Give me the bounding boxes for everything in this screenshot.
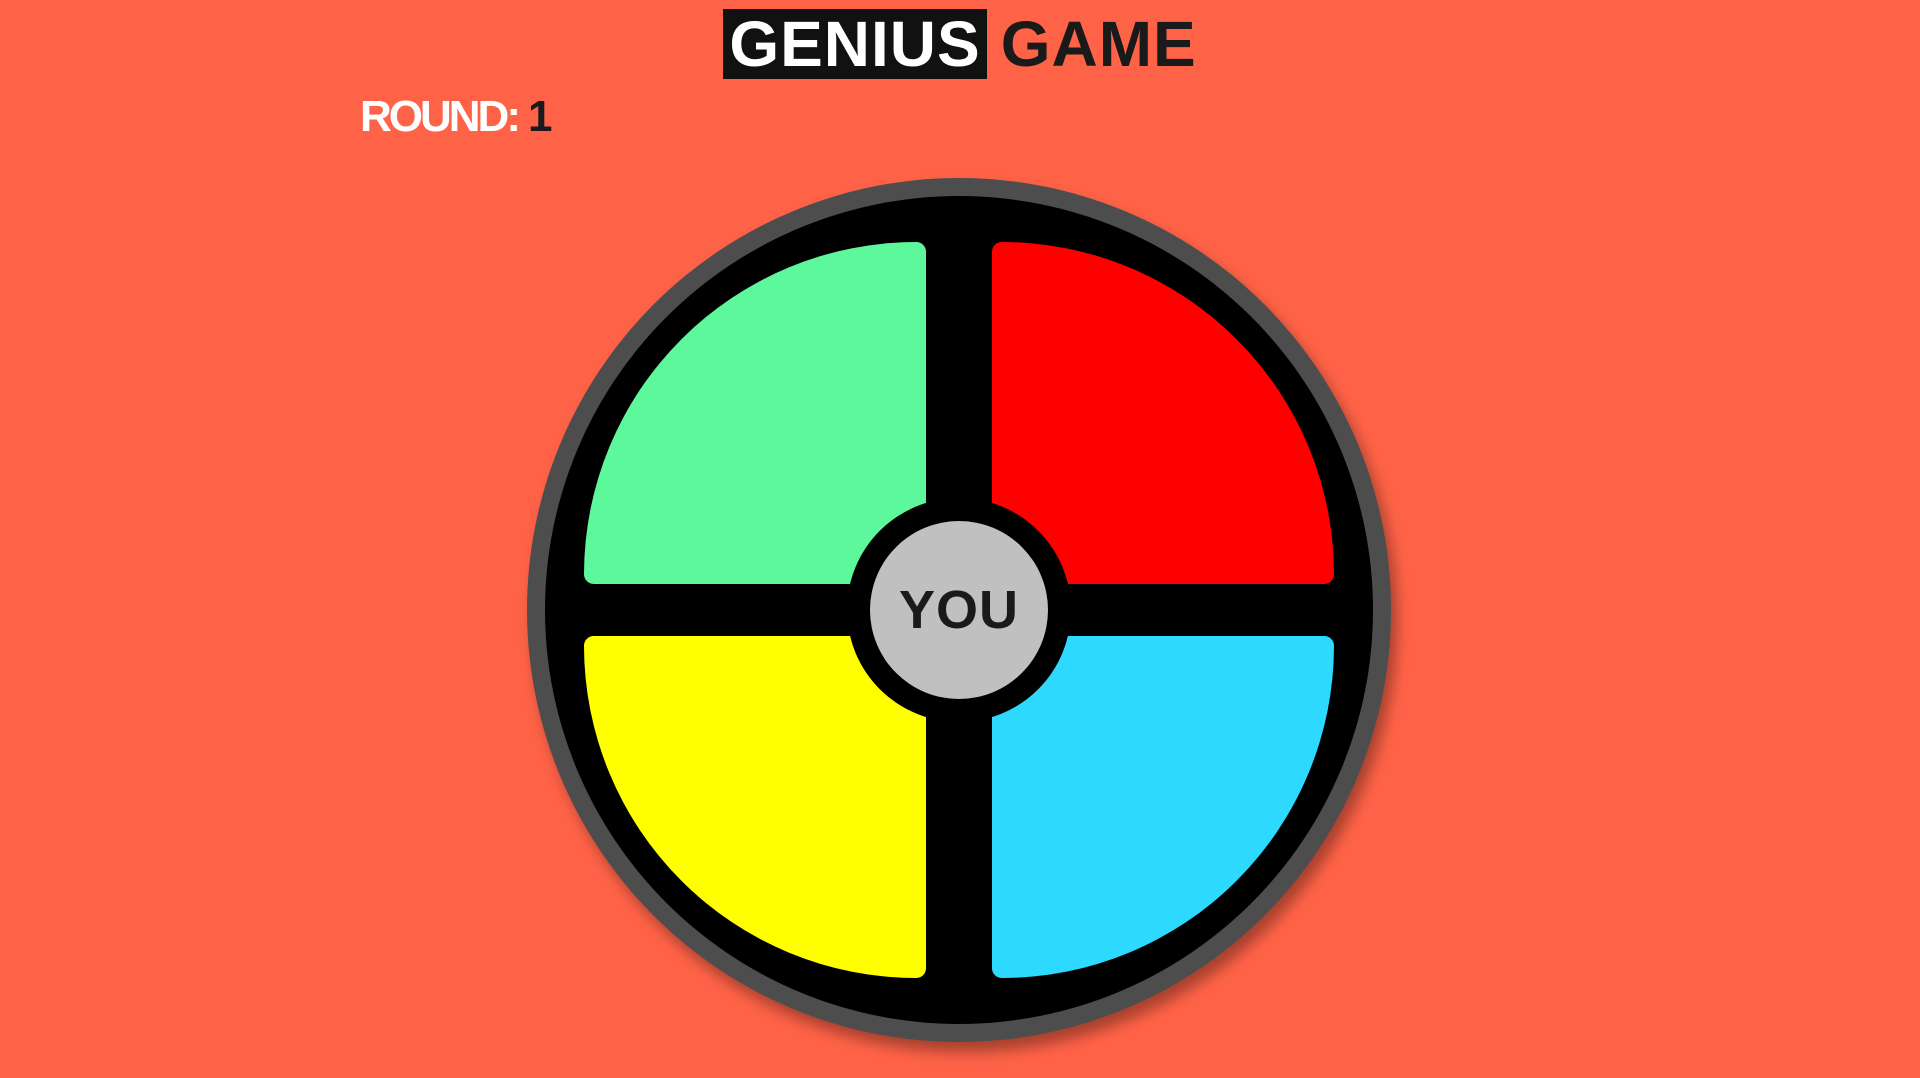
round-indicator: ROUND: 1 (360, 92, 553, 142)
game-page: GENIUS GAME ROUND: 1 YOU (0, 0, 1920, 1078)
pad-blue[interactable] (992, 636, 1334, 978)
game-board: YOU (545, 196, 1373, 1024)
title-highlight: GENIUS (723, 9, 987, 79)
game-title: GENIUS GAME (0, 8, 1920, 80)
round-value: 1 (527, 92, 553, 141)
game-board-rim: YOU (527, 178, 1391, 1042)
title-rest: GAME (1000, 8, 1197, 80)
pad-yellow[interactable] (584, 636, 926, 978)
round-label: ROUND: (360, 92, 521, 141)
pad-red[interactable] (992, 242, 1334, 584)
turn-indicator-button[interactable]: YOU (870, 521, 1048, 699)
pad-green[interactable] (584, 242, 926, 584)
